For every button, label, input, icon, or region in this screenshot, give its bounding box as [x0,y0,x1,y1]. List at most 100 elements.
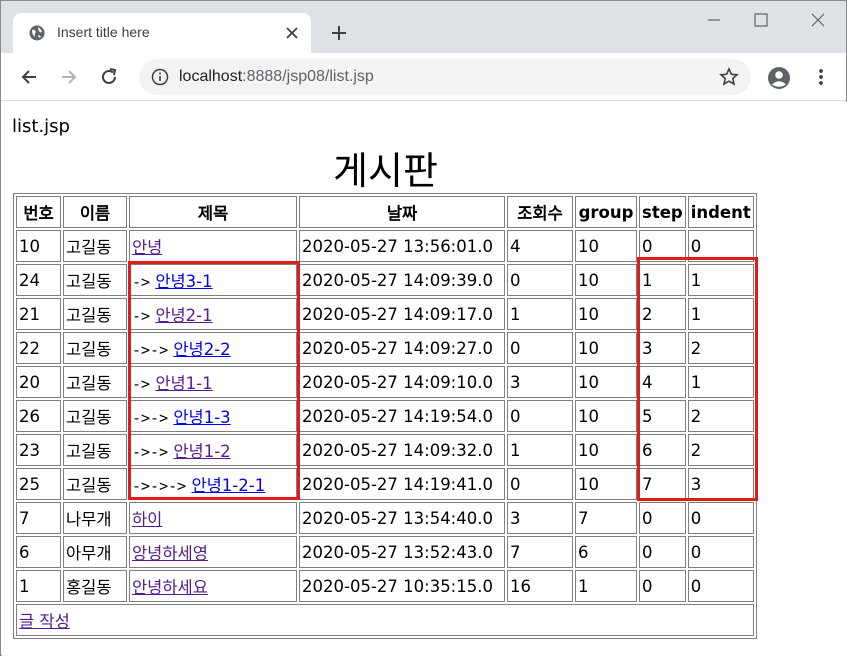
cell-name: 고길동 [63,230,127,262]
file-name-label: list.jsp [12,116,70,137]
cell-hit: 7 [507,536,573,568]
cell-group: 10 [575,298,637,330]
cell-indent: 0 [687,536,754,568]
cell-hit: 3 [507,366,573,398]
write-post-link[interactable]: 글 작성 [19,612,70,631]
bookmark-star-icon[interactable] [719,67,739,87]
cell-group: 10 [575,366,637,398]
more-menu-icon[interactable] [811,67,831,87]
reply-arrow: -> [132,307,151,325]
cell-no: 23 [16,434,61,466]
cell-name: 고길동 [63,298,127,330]
header-step: step [639,196,686,228]
write-row: 글 작성 [16,604,754,636]
cell-title: 안녕하세요 [129,570,297,602]
cell-hit: 16 [507,570,573,602]
url-path: :8888/jsp08/list.jsp [242,68,374,85]
cell-group: 6 [575,536,637,568]
reply-arrow: -> [132,273,151,291]
close-tab-icon[interactable] [285,26,299,40]
reply-arrow: ->-> [132,443,169,461]
close-window-icon[interactable] [809,11,827,29]
cell-date: 2020-05-27 14:09:32.0 [299,434,505,466]
cell-no: 20 [16,366,61,398]
table-header-row: 번호 이름 제목 날짜 조회수 group step indent [16,196,754,228]
cell-indent: 0 [687,570,754,602]
browser-window: Insert title here localhost:8888/jsp08/l… [0,0,847,656]
cell-no: 25 [16,468,61,500]
maximize-icon[interactable] [752,11,770,29]
post-title-link[interactable]: 안녕1-2-1 [191,476,265,495]
cell-title: -> 안녕1-1 [129,366,297,398]
cell-name: 고길동 [63,264,127,296]
cell-no: 6 [16,536,61,568]
cell-step: 6 [639,434,686,466]
new-tab-icon[interactable] [329,23,349,43]
cell-date: 2020-05-27 14:09:10.0 [299,366,505,398]
post-title-link[interactable]: 안녕2-2 [173,340,230,359]
cell-step: 1 [639,264,686,296]
table-row: 26 고길동 ->-> 안녕1-3 2020-05-27 14:19:54.0 … [16,400,754,432]
cell-name: 홍길동 [63,570,127,602]
cell-title: ->-> 안녕2-2 [129,332,297,364]
cell-indent: 1 [687,298,754,330]
cell-title: ->->-> 안녕1-2-1 [129,468,297,500]
table-row: 7 나무개 하이 2020-05-27 13:54:40.0 3 7 0 0 [16,502,754,534]
cell-name: 아무개 [63,536,127,568]
cell-no: 7 [16,502,61,534]
post-title-link[interactable]: 안녕1-3 [173,408,230,427]
back-arrow-icon[interactable] [19,67,39,87]
cell-name: 고길동 [63,332,127,364]
table-row: 20 고길동 -> 안녕1-1 2020-05-27 14:09:10.0 3 … [16,366,754,398]
cell-title: ->-> 안녕1-3 [129,400,297,432]
browser-tab[interactable]: Insert title here [13,13,311,53]
table-row: 25 고길동 ->->-> 안녕1-2-1 2020-05-27 14:19:4… [16,468,754,500]
cell-date: 2020-05-27 13:56:01.0 [299,230,505,262]
cell-indent: 0 [687,230,754,262]
page-content: list.jsp 게시판 번호 이름 제목 날짜 조회수 group step … [2,102,847,656]
minimize-icon[interactable] [705,11,723,29]
address-bar[interactable]: localhost:8888/jsp08/list.jsp [139,59,751,95]
cell-hit: 1 [507,298,573,330]
header-group: group [575,196,637,228]
cell-no: 22 [16,332,61,364]
post-title-link[interactable]: 하이 [132,510,162,529]
cell-no: 10 [16,230,61,262]
reload-icon[interactable] [99,67,119,87]
header-name: 이름 [63,196,127,228]
cell-hit: 0 [507,264,573,296]
header-title: 제목 [129,196,297,228]
cell-group: 10 [575,332,637,364]
write-cell: 글 작성 [16,604,754,636]
cell-hit: 4 [507,230,573,262]
reply-arrow: ->-> [132,409,169,427]
profile-avatar-icon[interactable] [767,66,791,90]
post-title-link[interactable]: 앙녕하세영 [132,544,208,563]
cell-step: 0 [639,230,686,262]
post-title-link[interactable]: 안녕2-1 [155,306,212,325]
table-row: 6 아무개 앙녕하세영 2020-05-27 13:52:43.0 7 6 0 … [16,536,754,568]
reply-arrow: -> [132,375,151,393]
cell-hit: 0 [507,400,573,432]
tab-strip: Insert title here [1,1,846,53]
cell-title: 안녕 [129,230,297,262]
forward-arrow-icon[interactable] [59,67,79,87]
post-title-link[interactable]: 안녕 [132,238,162,257]
url-text[interactable]: localhost:8888/jsp08/list.jsp [179,68,374,86]
cell-step: 4 [639,366,686,398]
board-table: 번호 이름 제목 날짜 조회수 group step indent 10 고길동… [13,193,757,639]
post-title-link[interactable]: 안녕1-1 [155,374,212,393]
cell-date: 2020-05-27 10:35:15.0 [299,570,505,602]
cell-hit: 0 [507,332,573,364]
cell-name: 고길동 [63,468,127,500]
post-title-link[interactable]: 안녕3-1 [155,272,212,291]
info-icon[interactable] [151,68,169,86]
browser-toolbar: localhost:8888/jsp08/list.jsp [1,53,846,101]
cell-no: 26 [16,400,61,432]
cell-step: 2 [639,298,686,330]
post-title-link[interactable]: 안녕1-2 [173,442,230,461]
tab-title: Insert title here [57,24,150,40]
cell-indent: 1 [687,264,754,296]
post-title-link[interactable]: 안녕하세요 [132,578,208,597]
cell-name: 고길동 [63,366,127,398]
